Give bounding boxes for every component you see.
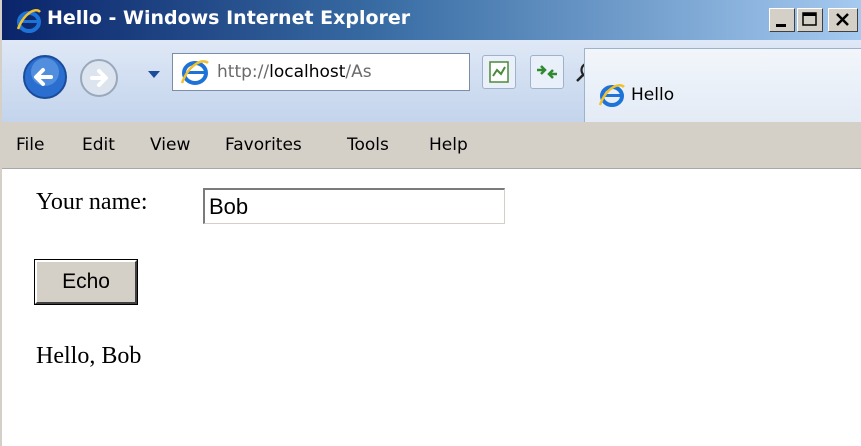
menu-view[interactable]: View: [150, 135, 190, 155]
address-input[interactable]: http://localhost/As: [172, 53, 633, 91]
tab-hello[interactable]: Hello: [584, 48, 861, 122]
name-label: Your name:: [36, 189, 148, 215]
ie-tab-icon: [598, 84, 625, 107]
close-button[interactable]: [828, 8, 858, 32]
title-bar[interactable]: Hello - Windows Internet Explorer: [2, 0, 861, 40]
menu-edit[interactable]: Edit: [82, 135, 115, 155]
minimize-icon: [776, 24, 786, 27]
back-button[interactable]: [20, 52, 70, 102]
echo-result: Hello, Bob: [36, 343, 142, 369]
menu-help[interactable]: Help: [429, 135, 468, 155]
browser-window: Hello - Windows Internet Explorer http:/…: [0, 0, 861, 446]
ie-page-icon: [180, 60, 209, 85]
refresh-icon: [537, 65, 557, 79]
menu-file[interactable]: File: [16, 135, 44, 155]
name-input[interactable]: [203, 188, 505, 224]
ie-logo-icon: [16, 9, 41, 33]
echo-button[interactable]: Echo: [34, 259, 138, 305]
page-content: Your name: Echo Hello, Bob: [2, 169, 861, 446]
close-icon: [836, 13, 849, 26]
window-title: Hello - Windows Internet Explorer: [47, 7, 411, 29]
forward-button[interactable]: [77, 56, 121, 100]
menu-favorites[interactable]: Favorites: [225, 135, 302, 155]
maximize-button[interactable]: [797, 8, 823, 32]
address-url: http://localhost/As: [217, 62, 372, 82]
minimize-button[interactable]: [769, 8, 795, 32]
maximize-icon: [802, 12, 817, 26]
history-dropdown-icon[interactable]: [146, 66, 162, 82]
refresh-button[interactable]: [530, 55, 564, 89]
compatibility-view-button[interactable]: [482, 55, 516, 89]
compatibility-icon: [489, 61, 509, 83]
navigation-bar: http://localhost/As Hello: [2, 40, 861, 122]
tab-label: Hello: [631, 85, 675, 105]
menu-tools[interactable]: Tools: [347, 135, 389, 155]
menu-bar: File Edit View Favorites Tools Help: [2, 122, 861, 169]
